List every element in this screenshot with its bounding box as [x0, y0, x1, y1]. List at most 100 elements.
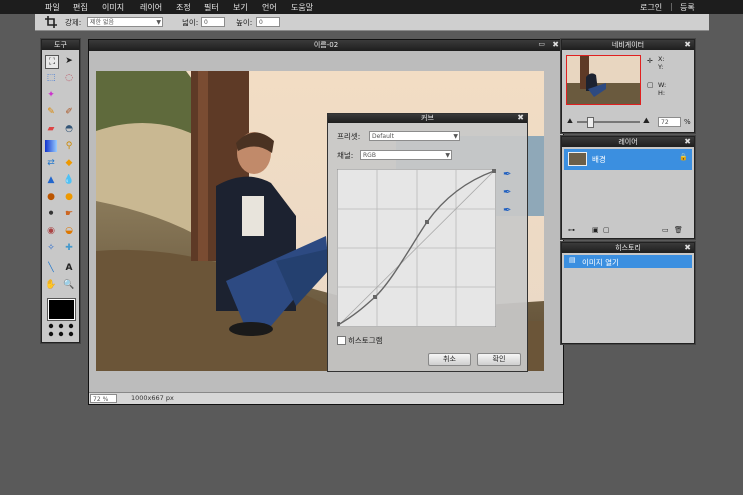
marquee-icon[interactable]: ⬚ — [45, 72, 57, 84]
curves-graph[interactable] — [337, 169, 496, 327]
delete-layer-icon[interactable]: 🗑 — [674, 226, 683, 234]
preset-select[interactable]: Default ▼ — [369, 131, 460, 141]
menu-file[interactable]: 파일 — [45, 2, 60, 13]
crop-icon[interactable] — [45, 16, 57, 28]
width-input[interactable]: 0 — [201, 17, 225, 27]
sponge2-icon[interactable]: ◒ — [63, 225, 75, 237]
wand-icon[interactable]: ✦ — [45, 89, 57, 101]
layer-thumbnail — [568, 152, 587, 166]
curve-point[interactable] — [492, 169, 496, 173]
menu-adjust[interactable]: 조정 — [176, 2, 191, 13]
zoom-out-icon[interactable]: ⛰ — [567, 117, 573, 126]
history-row[interactable]: ▤ 이미지 열기 — [564, 255, 692, 268]
layer-row[interactable]: 배경 🔒 — [564, 149, 692, 170]
colorpicker-icon[interactable]: ✧ — [45, 242, 57, 254]
document-statusbar: 72 % 1000x667 px — [89, 392, 563, 404]
preset-label: 프리셋: — [337, 132, 361, 141]
hand-icon[interactable]: ✋ — [45, 279, 57, 291]
h-label: H: — [658, 89, 666, 97]
options-bar: 강제: 제한 없음 ▼ 넓이: 0 높이: 0 — [35, 14, 709, 31]
width-label: 넓이: — [182, 18, 199, 27]
burn-icon[interactable]: ⚫ — [45, 208, 57, 220]
channel-select[interactable]: RGB ▼ — [360, 150, 452, 160]
register-link[interactable]: 등록 — [680, 2, 695, 13]
layers-panel: 레이어 ✖ 배경 🔒 ⊶ ▣ ▢ ▭ 🗑 — [561, 136, 695, 239]
curve-point[interactable] — [425, 220, 429, 224]
crop-icon[interactable]: ⛶ — [45, 55, 59, 69]
constraint-select[interactable]: 제한 없음 ▼ — [87, 17, 163, 27]
zoom-icon[interactable]: 🔍 — [63, 279, 75, 291]
menu-edit[interactable]: 편집 — [73, 2, 88, 13]
menu-view[interactable]: 보기 — [233, 2, 248, 13]
layer-name: 배경 — [592, 155, 606, 164]
clone-icon[interactable]: ⚲ — [63, 140, 75, 152]
brush-icon[interactable]: ✐ — [63, 106, 75, 118]
eyedropper-icon[interactable]: ╲ — [45, 262, 57, 274]
chevron-down-icon: ▼ — [445, 152, 450, 159]
gradient-icon[interactable] — [45, 140, 57, 152]
drawing-icon[interactable]: ◆ — [63, 157, 75, 169]
spot-heal-icon[interactable]: ✚ — [63, 242, 75, 254]
zoom-unit: % — [684, 118, 691, 126]
lock-icon: 🔒 — [679, 153, 688, 161]
ok-button[interactable]: 확인 — [477, 353, 521, 366]
move-icon: ✛ — [647, 57, 653, 65]
layer-style-icon[interactable]: ▣ — [592, 226, 599, 234]
layer-settings-icon[interactable]: ⊶ — [568, 226, 575, 234]
dodge-icon[interactable]: ● — [63, 191, 75, 203]
move-icon[interactable]: ➤ — [63, 55, 75, 67]
new-layer-icon[interactable]: ▭ — [662, 226, 669, 234]
eraser-icon[interactable]: ▰ — [45, 123, 57, 135]
close-icon[interactable]: ✖ — [684, 243, 691, 253]
lasso-icon[interactable]: ◌ — [63, 72, 75, 84]
pencil-icon[interactable]: ✎ — [45, 106, 57, 118]
blur-icon[interactable]: 💧 — [63, 174, 75, 186]
chevron-down-icon: ▼ — [156, 19, 161, 26]
color-replace-icon[interactable]: ⇄ — [45, 157, 57, 169]
menu-help[interactable]: 도움말 — [291, 2, 313, 13]
histogram-label: 히스토그램 — [348, 336, 383, 345]
curve-point[interactable] — [373, 295, 377, 299]
channel-label: 채널: — [337, 151, 354, 160]
red-eye-icon[interactable]: ◉ — [45, 225, 57, 237]
menu-filter[interactable]: 필터 — [204, 2, 219, 13]
menu-layer[interactable]: 레이어 — [140, 2, 162, 13]
grid-options-icon[interactable] — [47, 323, 75, 337]
document-title: 이름-02 — [89, 40, 563, 51]
close-icon[interactable]: ✖ — [684, 137, 691, 147]
smudge-icon[interactable]: ☛ — [63, 208, 75, 220]
zoom-in-icon[interactable]: ⛰ — [643, 116, 650, 126]
history-panel: 히스토리 ✖ ▤ 이미지 열기 — [561, 242, 695, 344]
color-swatch[interactable] — [48, 299, 75, 320]
tools-title: 도구 — [42, 40, 79, 50]
curve-point[interactable] — [337, 322, 340, 326]
w-label: W: — [658, 81, 667, 89]
eyedropper-gray-icon[interactable]: ✒ — [503, 187, 511, 198]
navigator-zoom-input[interactable]: 72 — [658, 117, 681, 127]
close-icon[interactable]: ✖ — [552, 40, 559, 49]
eyedropper-black-icon[interactable]: ✒ — [503, 169, 511, 180]
constraint-label: 강제: — [65, 18, 82, 27]
histogram-checkbox[interactable] — [337, 336, 346, 345]
image-dimensions: 1000x667 px — [131, 394, 174, 402]
menu-image[interactable]: 이미지 — [102, 2, 124, 13]
close-icon[interactable]: ✖ — [517, 113, 524, 122]
type-icon[interactable]: A — [63, 262, 75, 274]
login-link[interactable]: 로그인 — [640, 2, 662, 13]
sharpen-icon[interactable]: ▲ — [45, 174, 57, 186]
tools-panel: 도구 ⛶ ➤ ⬚ ◌ ✦ ✎ ✐ ▰ ◓ ⚲ ⇄ ◆ ▲ 💧 ● ● ⚫ ☛ ◉… — [41, 39, 80, 343]
fill-icon[interactable]: ◓ — [63, 123, 75, 135]
eyedropper-white-icon[interactable]: ✒ — [503, 205, 511, 216]
menu-language[interactable]: 언어 — [262, 2, 277, 13]
zoom-slider-handle[interactable] — [587, 117, 594, 128]
layer-mask-icon[interactable]: ▢ — [603, 226, 610, 234]
close-icon[interactable]: ✖ — [684, 40, 691, 50]
height-input[interactable]: 0 — [256, 17, 280, 27]
maximize-icon[interactable]: ▭ — [538, 40, 545, 48]
zoom-input[interactable]: 72 % — [90, 394, 117, 403]
menu-separator: | — [670, 2, 673, 11]
navigator-thumbnail[interactable] — [566, 55, 641, 105]
cancel-button[interactable]: 취소 — [428, 353, 471, 366]
sponge-icon[interactable]: ● — [45, 191, 57, 203]
navigator-title: 네비게이터 — [562, 40, 694, 50]
